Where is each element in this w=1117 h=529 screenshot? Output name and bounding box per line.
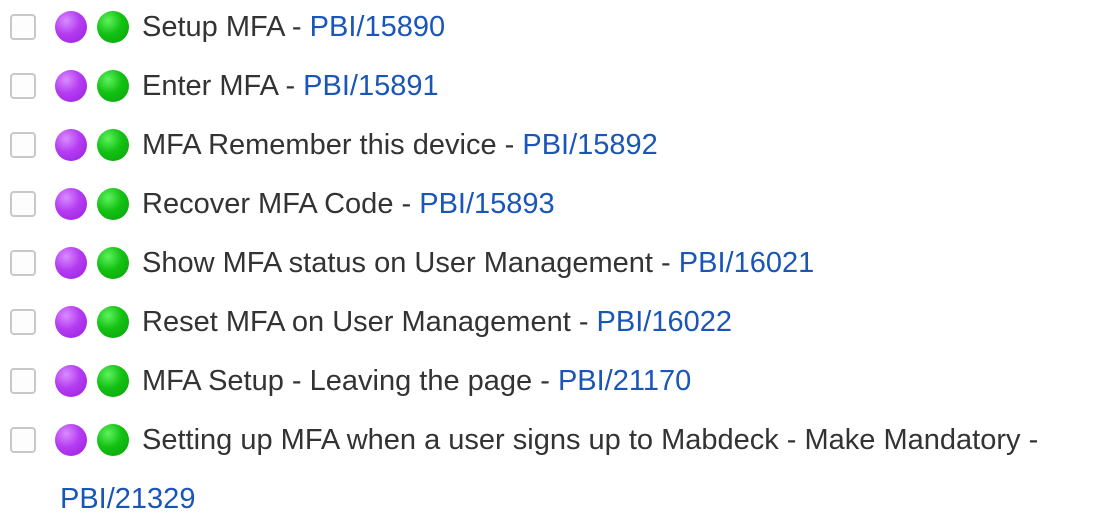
task-item: Setting up MFA when a user signs up to M… bbox=[0, 411, 1117, 529]
purple-circle-icon bbox=[55, 365, 87, 397]
task-list: Setup MFA - PBI/15890 Enter MFA - PBI/15… bbox=[0, 0, 1117, 529]
task-separator: - bbox=[570, 306, 597, 338]
task-title: Recover MFA Code bbox=[142, 188, 394, 220]
task-title: Enter MFA bbox=[142, 70, 278, 102]
purple-circle-icon bbox=[55, 129, 87, 161]
task-checkbox[interactable] bbox=[10, 368, 36, 394]
purple-circle-icon bbox=[55, 188, 87, 220]
task-item: Setup MFA - PBI/15890 bbox=[0, 0, 1117, 57]
purple-circle-icon bbox=[55, 70, 87, 102]
task-title: MFA Remember this device bbox=[142, 129, 497, 161]
task-separator: - bbox=[1020, 424, 1039, 456]
task-checkbox[interactable] bbox=[10, 132, 36, 158]
green-circle-icon bbox=[97, 11, 129, 43]
green-circle-icon bbox=[97, 247, 129, 279]
task-link[interactable]: PBI/21170 bbox=[558, 365, 691, 397]
task-checkbox[interactable] bbox=[10, 191, 36, 217]
task-title: Show MFA status on User Management bbox=[142, 247, 653, 279]
task-link[interactable]: PBI/15890 bbox=[310, 11, 445, 43]
task-link[interactable]: PBI/15893 bbox=[419, 188, 554, 220]
task-checkbox[interactable] bbox=[10, 14, 36, 40]
task-separator: - bbox=[393, 188, 420, 220]
task-separator: - bbox=[496, 129, 523, 161]
task-title: MFA Setup - Leaving the page bbox=[142, 365, 533, 397]
purple-circle-icon bbox=[55, 306, 87, 338]
green-circle-icon bbox=[97, 365, 129, 397]
task-title: Reset MFA on User Management bbox=[142, 306, 571, 338]
green-circle-icon bbox=[97, 70, 129, 102]
task-separator: - bbox=[277, 70, 304, 102]
task-item: Show MFA status on User Management - PBI… bbox=[0, 234, 1117, 293]
task-link[interactable]: PBI/16022 bbox=[597, 306, 732, 338]
purple-circle-icon bbox=[55, 247, 87, 279]
purple-circle-icon bbox=[55, 11, 87, 43]
task-item: MFA Setup - Leaving the page - PBI/21170 bbox=[0, 352, 1117, 411]
green-circle-icon bbox=[97, 129, 129, 161]
task-item: Reset MFA on User Management - PBI/16022 bbox=[0, 293, 1117, 352]
task-checkbox[interactable] bbox=[10, 309, 36, 335]
task-item: Enter MFA - PBI/15891 bbox=[0, 57, 1117, 116]
task-link[interactable]: PBI/15892 bbox=[522, 129, 657, 161]
task-separator: - bbox=[652, 247, 679, 279]
task-checkbox[interactable] bbox=[10, 427, 36, 453]
task-separator: - bbox=[283, 11, 310, 43]
green-circle-icon bbox=[97, 306, 129, 338]
task-title: Setting up MFA when a user signs up to M… bbox=[142, 424, 1021, 456]
green-circle-icon bbox=[97, 188, 129, 220]
task-link[interactable]: PBI/16021 bbox=[679, 247, 814, 279]
purple-circle-icon bbox=[55, 424, 87, 456]
green-circle-icon bbox=[97, 424, 129, 456]
task-checkbox[interactable] bbox=[10, 73, 36, 99]
task-item: MFA Remember this device - PBI/15892 bbox=[0, 116, 1117, 175]
task-item: Recover MFA Code - PBI/15893 bbox=[0, 175, 1117, 234]
task-link[interactable]: PBI/15891 bbox=[303, 70, 438, 102]
task-link[interactable]: PBI/21329 bbox=[60, 483, 195, 515]
task-title: Setup MFA bbox=[142, 11, 284, 43]
task-separator: - bbox=[532, 365, 558, 397]
task-checkbox[interactable] bbox=[10, 250, 36, 276]
